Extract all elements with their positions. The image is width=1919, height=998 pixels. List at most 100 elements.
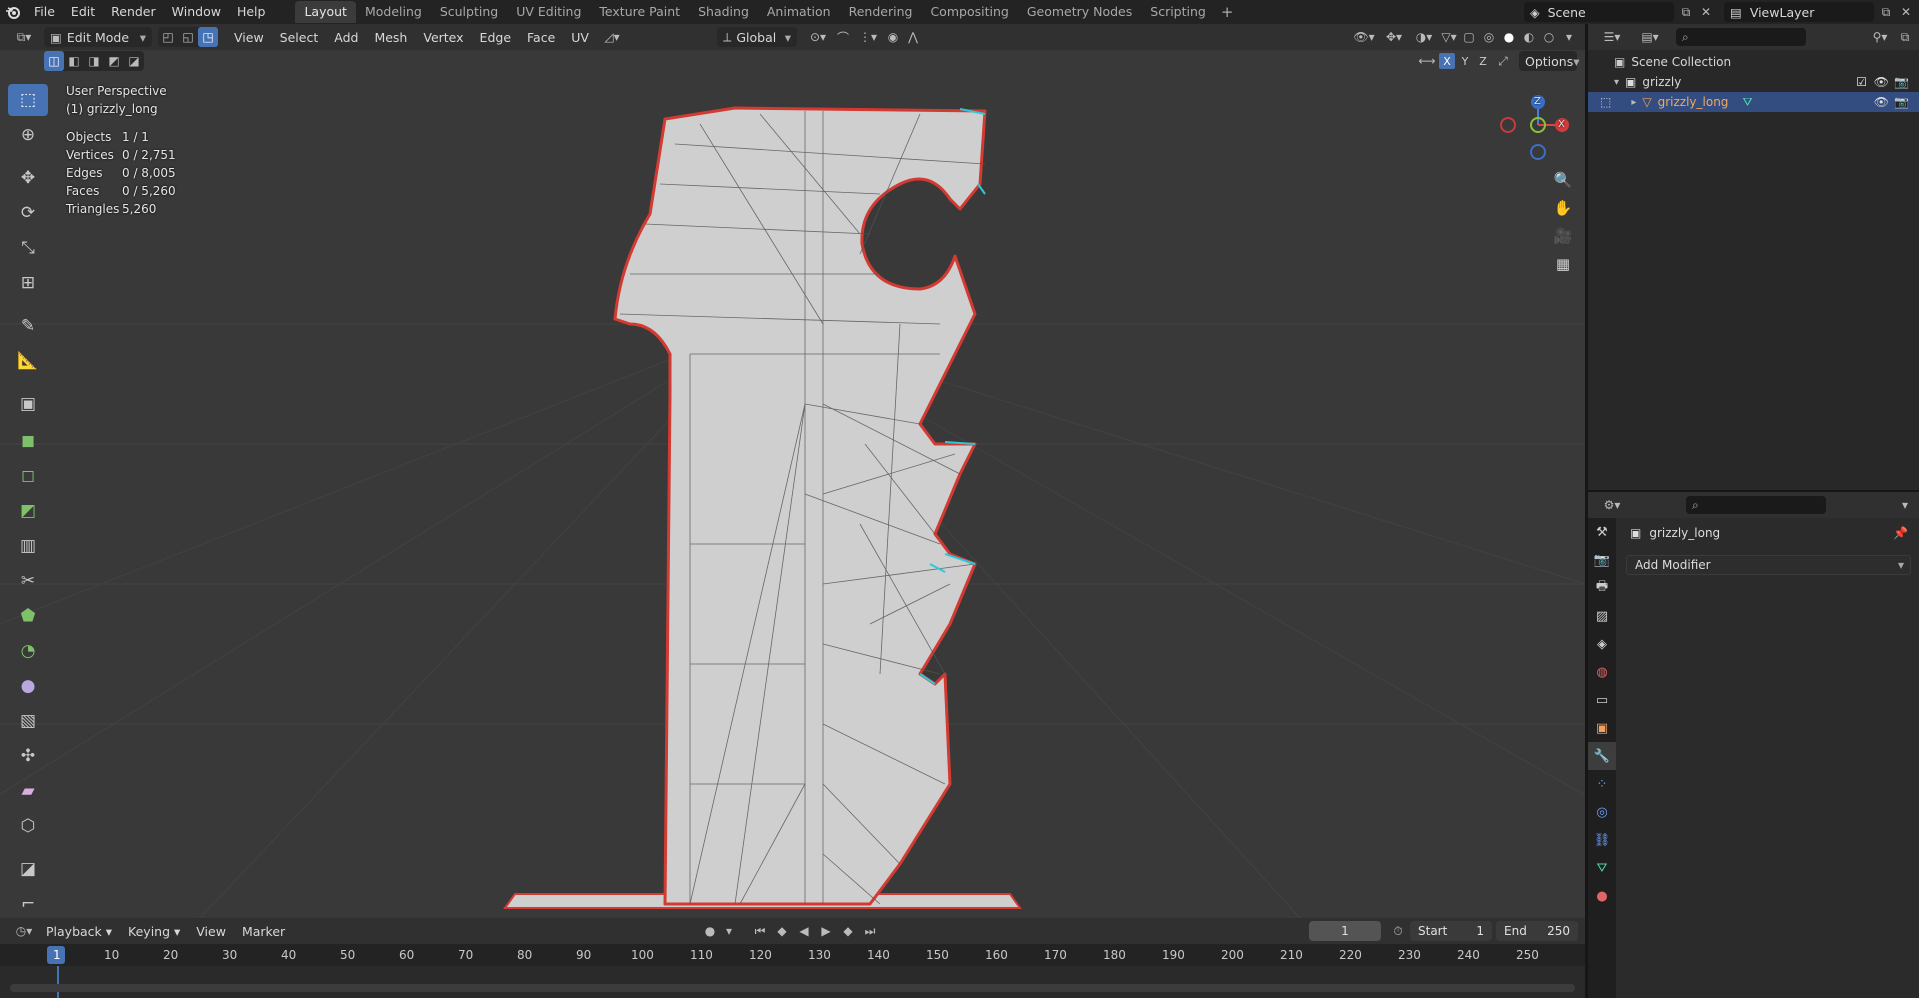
material-tab-icon[interactable]: ● bbox=[1588, 882, 1616, 910]
falloff-icon[interactable]: ⋀ bbox=[903, 27, 923, 47]
menu-file[interactable]: File bbox=[26, 0, 63, 24]
mesh-edit-overlay-icon[interactable]: ▽▾ bbox=[1439, 27, 1459, 47]
transform-tool-icon[interactable]: ⊞ bbox=[8, 267, 48, 299]
mesh-filter-tool-icon[interactable]: ◪ bbox=[8, 853, 48, 885]
mirror-icon[interactable]: ⟷ bbox=[1417, 51, 1437, 71]
play-icon[interactable]: ▶ bbox=[816, 921, 836, 941]
scene-tab-icon[interactable]: ◈ bbox=[1588, 630, 1616, 658]
camera-render-icon[interactable]: 📷 bbox=[1894, 95, 1909, 109]
rotate-tool-icon[interactable]: ⟳ bbox=[8, 197, 48, 229]
output-tab-icon[interactable]: 🖶 bbox=[1588, 574, 1616, 602]
overlay-toggle-icon[interactable]: ◑▾ bbox=[1409, 27, 1439, 47]
collapse-arrow-icon[interactable]: ▾ bbox=[1614, 77, 1619, 88]
edge-select-icon[interactable]: ◱ bbox=[178, 27, 198, 47]
filter-icon[interactable]: ⚲▾ bbox=[1865, 27, 1895, 47]
outliner-editor-type-icon[interactable]: ☰▾ bbox=[1598, 27, 1626, 47]
timeline-scrollbar[interactable] bbox=[10, 984, 1575, 992]
select-intersect-icon[interactable]: ◪ bbox=[124, 51, 144, 71]
play-reverse-icon[interactable]: ◀ bbox=[794, 921, 814, 941]
timeline-track-area[interactable] bbox=[0, 966, 1585, 998]
workspace-tab-uv-editing[interactable]: UV Editing bbox=[507, 1, 590, 23]
proportional-edit-icon[interactable]: ◉ bbox=[883, 27, 903, 47]
perspective-toggle-icon[interactable]: ▦ bbox=[1549, 250, 1577, 278]
shrink-fatten-tool-icon[interactable]: ✣ bbox=[8, 740, 48, 772]
current-frame-field[interactable]: 1 bbox=[1309, 921, 1381, 941]
workspace-tab-shading[interactable]: Shading bbox=[689, 1, 758, 23]
add-workspace-button[interactable]: + bbox=[1215, 3, 1240, 21]
select-new-icon[interactable]: ◫ bbox=[44, 51, 64, 71]
snap-magnet-icon[interactable]: ⌒ bbox=[833, 27, 853, 47]
constraints-tab-icon[interactable]: ⛓ bbox=[1588, 826, 1616, 854]
properties-search-field[interactable]: ⌕ bbox=[1686, 496, 1826, 514]
keying-options-icon[interactable]: ▾ bbox=[722, 921, 736, 941]
wireframe-shading-icon[interactable]: ◎ bbox=[1479, 27, 1499, 47]
workspace-tab-scripting[interactable]: Scripting bbox=[1141, 1, 1215, 23]
timeline-view-menu[interactable]: View bbox=[188, 924, 234, 939]
menu-window[interactable]: Window bbox=[164, 0, 229, 24]
new-scene-icon[interactable]: ⧉ bbox=[1676, 2, 1696, 22]
rip-region-tool-icon[interactable]: ⬡ bbox=[8, 810, 48, 842]
menu-help[interactable]: Help bbox=[229, 0, 274, 24]
object-tab-icon[interactable]: ▣ bbox=[1588, 714, 1616, 742]
select-subtract-icon[interactable]: ◨ bbox=[84, 51, 104, 71]
select-box-tool-icon[interactable]: ⬚ bbox=[8, 84, 48, 116]
stopwatch-icon[interactable]: ⏱ bbox=[1388, 921, 1408, 941]
spin-tool-icon[interactable]: ◔ bbox=[8, 635, 48, 667]
workspace-tab-animation[interactable]: Animation bbox=[758, 1, 840, 23]
tool-tab-icon[interactable]: ⚒ bbox=[1588, 518, 1616, 546]
checkbox-icon[interactable]: ☑ bbox=[1856, 75, 1867, 89]
edit-mode-indicator-icon[interactable]: ⬚ bbox=[1600, 95, 1611, 109]
scene-selector[interactable]: ◈ Scene bbox=[1524, 2, 1674, 22]
knife-tool-icon[interactable]: ✂ bbox=[8, 565, 48, 597]
expand-arrow-icon[interactable]: ▸ bbox=[1631, 97, 1636, 108]
display-mode-icon[interactable]: ▤▾ bbox=[1636, 27, 1664, 47]
collection-tab-icon[interactable]: ▭ bbox=[1588, 686, 1616, 714]
select-extend-icon[interactable]: ◧ bbox=[64, 51, 84, 71]
3d-viewport[interactable]: Z X ⧉▾ ▣ Edit Mode ▾ ◰ ◱ ◳ View Select A… bbox=[0, 24, 1585, 918]
menu-mesh[interactable]: Mesh bbox=[366, 30, 415, 45]
menu-edit[interactable]: Edit bbox=[63, 0, 103, 24]
menu-view[interactable]: View bbox=[226, 30, 272, 45]
smooth-tool-icon[interactable]: ● bbox=[8, 670, 48, 702]
delete-viewlayer-icon[interactable]: ✕ bbox=[1896, 2, 1916, 22]
mode-dropdown[interactable]: ▣ Edit Mode ▾ bbox=[44, 27, 152, 47]
timeline-editor-type-icon[interactable]: ◷▾ bbox=[10, 921, 38, 941]
edge-slide-tool-icon[interactable]: ▧ bbox=[8, 705, 48, 737]
new-viewlayer-icon[interactable]: ⧉ bbox=[1876, 2, 1896, 22]
snap-target-icon[interactable]: ⋮▾ bbox=[853, 27, 883, 47]
gizmo-z-label[interactable]: Z bbox=[1534, 96, 1541, 107]
editor-type-icon[interactable]: ⧉▾ bbox=[10, 27, 38, 47]
mirror-x-toggle[interactable]: X bbox=[1439, 53, 1455, 69]
eye-icon[interactable]: 👁 bbox=[1874, 75, 1889, 89]
outliner-search-field[interactable]: ⌕ bbox=[1676, 28, 1806, 46]
add-modifier-dropdown[interactable]: Add Modifier ▾ bbox=[1626, 555, 1911, 575]
prev-keyframe-icon[interactable]: ◆ bbox=[772, 921, 792, 941]
topology-mirror-icon[interactable]: ⤢ bbox=[1493, 51, 1513, 71]
particles-tab-icon[interactable]: ⁘ bbox=[1588, 770, 1616, 798]
timeline-ruler[interactable]: 1 10 20 30 40 50 60 70 80 90 100 110 120… bbox=[0, 944, 1585, 966]
chevron-down-icon[interactable]: ▾ bbox=[1895, 495, 1915, 515]
jump-start-icon[interactable]: ⏮ bbox=[750, 921, 770, 941]
cursor-tool-icon[interactable]: ⊕ bbox=[8, 119, 48, 151]
poly-build-tool-icon[interactable]: ⬟ bbox=[8, 600, 48, 632]
start-frame-field[interactable]: Start 1 bbox=[1410, 921, 1492, 941]
shear-tool-icon[interactable]: ▰ bbox=[8, 775, 48, 807]
modifier-wrench-icon[interactable]: 🔧 bbox=[1588, 742, 1616, 770]
keying-menu[interactable]: Keying ▾ bbox=[120, 924, 188, 939]
jump-end-icon[interactable]: ⏭ bbox=[860, 921, 880, 941]
face-select-icon[interactable]: ◳ bbox=[198, 27, 218, 47]
view-layer-tab-icon[interactable]: ▨ bbox=[1588, 602, 1616, 630]
add-cube-tool-icon[interactable]: ▣ bbox=[8, 388, 48, 420]
workspace-tab-geometry-nodes[interactable]: Geometry Nodes bbox=[1018, 1, 1141, 23]
material-shading-icon[interactable]: ◐ bbox=[1519, 27, 1539, 47]
camera-render-icon[interactable]: 📷 bbox=[1894, 75, 1909, 89]
inset-faces-tool-icon[interactable]: ◻ bbox=[8, 460, 48, 492]
xray-toggle-icon[interactable]: ▢ bbox=[1459, 27, 1479, 47]
transform-orientation-dropdown[interactable]: ⟂ Global ▾ bbox=[716, 27, 797, 47]
outliner-row-grizzly-collection[interactable]: ▾ ▣ grizzly ☑ 👁 📷 bbox=[1588, 72, 1919, 92]
scale-tool-icon[interactable]: ⤡ bbox=[8, 232, 48, 264]
visibility-icon[interactable]: 👁▾ bbox=[1349, 27, 1379, 47]
menu-face[interactable]: Face bbox=[519, 30, 563, 45]
workspace-tab-compositing[interactable]: Compositing bbox=[921, 1, 1017, 23]
bevel-tool-icon[interactable]: ◩ bbox=[8, 495, 48, 527]
